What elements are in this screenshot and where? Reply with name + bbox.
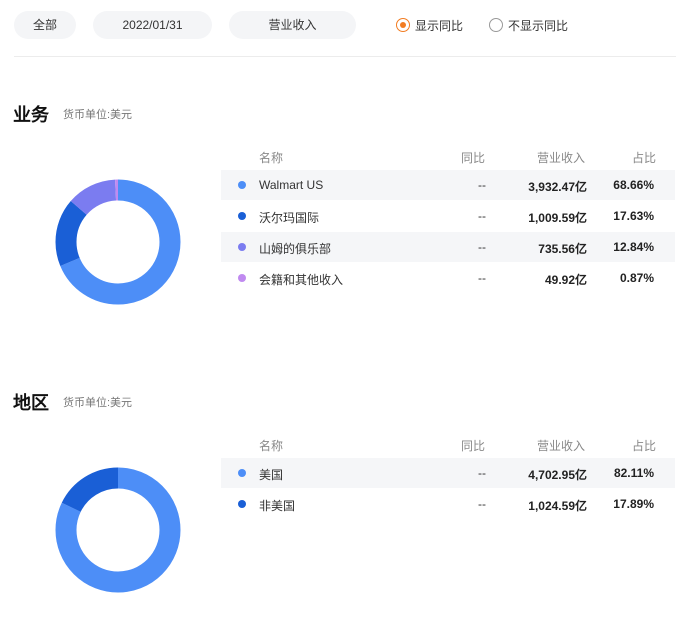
row-revenue: 735.56亿 — [538, 242, 587, 256]
row-name: Walmart US — [259, 178, 324, 192]
table-row[interactable]: 会籍和其他收入 -- 49.92亿 0.87% — [221, 263, 675, 293]
show-yoy-label: 显示同比 — [415, 18, 464, 33]
legend-dot-icon — [238, 469, 246, 477]
header-revenue: 营业收入 — [537, 439, 586, 453]
row-yoy: -- — [478, 466, 486, 480]
region-donut-chart — [55, 467, 181, 593]
table-row[interactable]: 美国 -- 4,702.95亿 82.11% — [221, 458, 675, 488]
business-currency-unit: 货币单位:美元 — [63, 109, 133, 121]
row-share: 68.66% — [613, 178, 654, 192]
header-share: 占比 — [632, 151, 657, 165]
business-table-header: 名称 同比 营业收入 占比 — [221, 145, 675, 169]
row-revenue: 3,932.47亿 — [528, 180, 587, 194]
hide-yoy-label: 不显示同比 — [508, 18, 569, 33]
radio-selected-icon — [396, 18, 410, 32]
header-yoy: 同比 — [461, 439, 486, 453]
row-share: 17.63% — [613, 209, 654, 223]
row-revenue: 1,009.59亿 — [528, 211, 587, 225]
row-yoy: -- — [478, 240, 486, 254]
table-row[interactable]: 沃尔玛国际 -- 1,009.59亿 17.63% — [221, 201, 675, 231]
table-row[interactable]: 山姆的俱乐部 -- 735.56亿 12.84% — [221, 232, 675, 262]
row-revenue: 1,024.59亿 — [528, 499, 587, 513]
row-share: 82.11% — [613, 466, 654, 480]
header-revenue: 营业收入 — [537, 151, 586, 165]
business-donut-chart — [55, 179, 181, 305]
legend-dot-icon — [238, 243, 246, 251]
business-section-title: 业务 — [13, 105, 49, 125]
row-name: 山姆的俱乐部 — [259, 242, 332, 256]
row-name: 美国 — [259, 468, 284, 482]
radio-unselected-icon — [489, 18, 503, 32]
header-name: 名称 — [259, 151, 284, 165]
legend-dot-icon — [238, 212, 246, 220]
header-name: 名称 — [259, 439, 284, 453]
row-yoy: -- — [478, 497, 486, 511]
row-name: 会籍和其他收入 — [259, 273, 344, 287]
legend-dot-icon — [238, 274, 246, 282]
header-share: 占比 — [632, 439, 657, 453]
region-section-title: 地区 — [13, 393, 49, 413]
scope-dropdown[interactable]: 全部 — [14, 11, 76, 39]
date-picker[interactable]: 2022/01/31 — [93, 11, 212, 39]
legend-dot-icon — [238, 500, 246, 508]
region-table-header: 名称 同比 营业收入 占比 — [221, 433, 675, 457]
row-share: 12.84% — [613, 240, 654, 254]
row-yoy: -- — [478, 271, 486, 285]
legend-dot-icon — [238, 181, 246, 189]
table-row[interactable]: Walmart US -- 3,932.47亿 68.66% — [221, 170, 675, 200]
metric-dropdown[interactable]: 营业收入 — [229, 11, 356, 39]
table-row[interactable]: 非美国 -- 1,024.59亿 17.89% — [221, 489, 675, 519]
show-yoy-radio[interactable]: 显示同比 — [396, 11, 463, 39]
hide-yoy-radio[interactable]: 不显示同比 — [489, 11, 568, 39]
row-revenue: 49.92亿 — [544, 273, 587, 287]
row-revenue: 4,702.95亿 — [528, 468, 587, 482]
row-share: 0.87% — [619, 271, 654, 285]
row-name: 非美国 — [259, 499, 296, 513]
filter-bar: 全部 2022/01/31 营业收入 显示同比 不显示同比 — [14, 11, 684, 39]
row-yoy: -- — [478, 209, 486, 223]
region-currency-unit: 货币单位:美元 — [63, 397, 133, 409]
divider — [14, 56, 676, 57]
row-name: 沃尔玛国际 — [259, 211, 320, 225]
header-yoy: 同比 — [461, 151, 486, 165]
row-share: 17.89% — [613, 497, 654, 511]
row-yoy: -- — [478, 178, 486, 192]
